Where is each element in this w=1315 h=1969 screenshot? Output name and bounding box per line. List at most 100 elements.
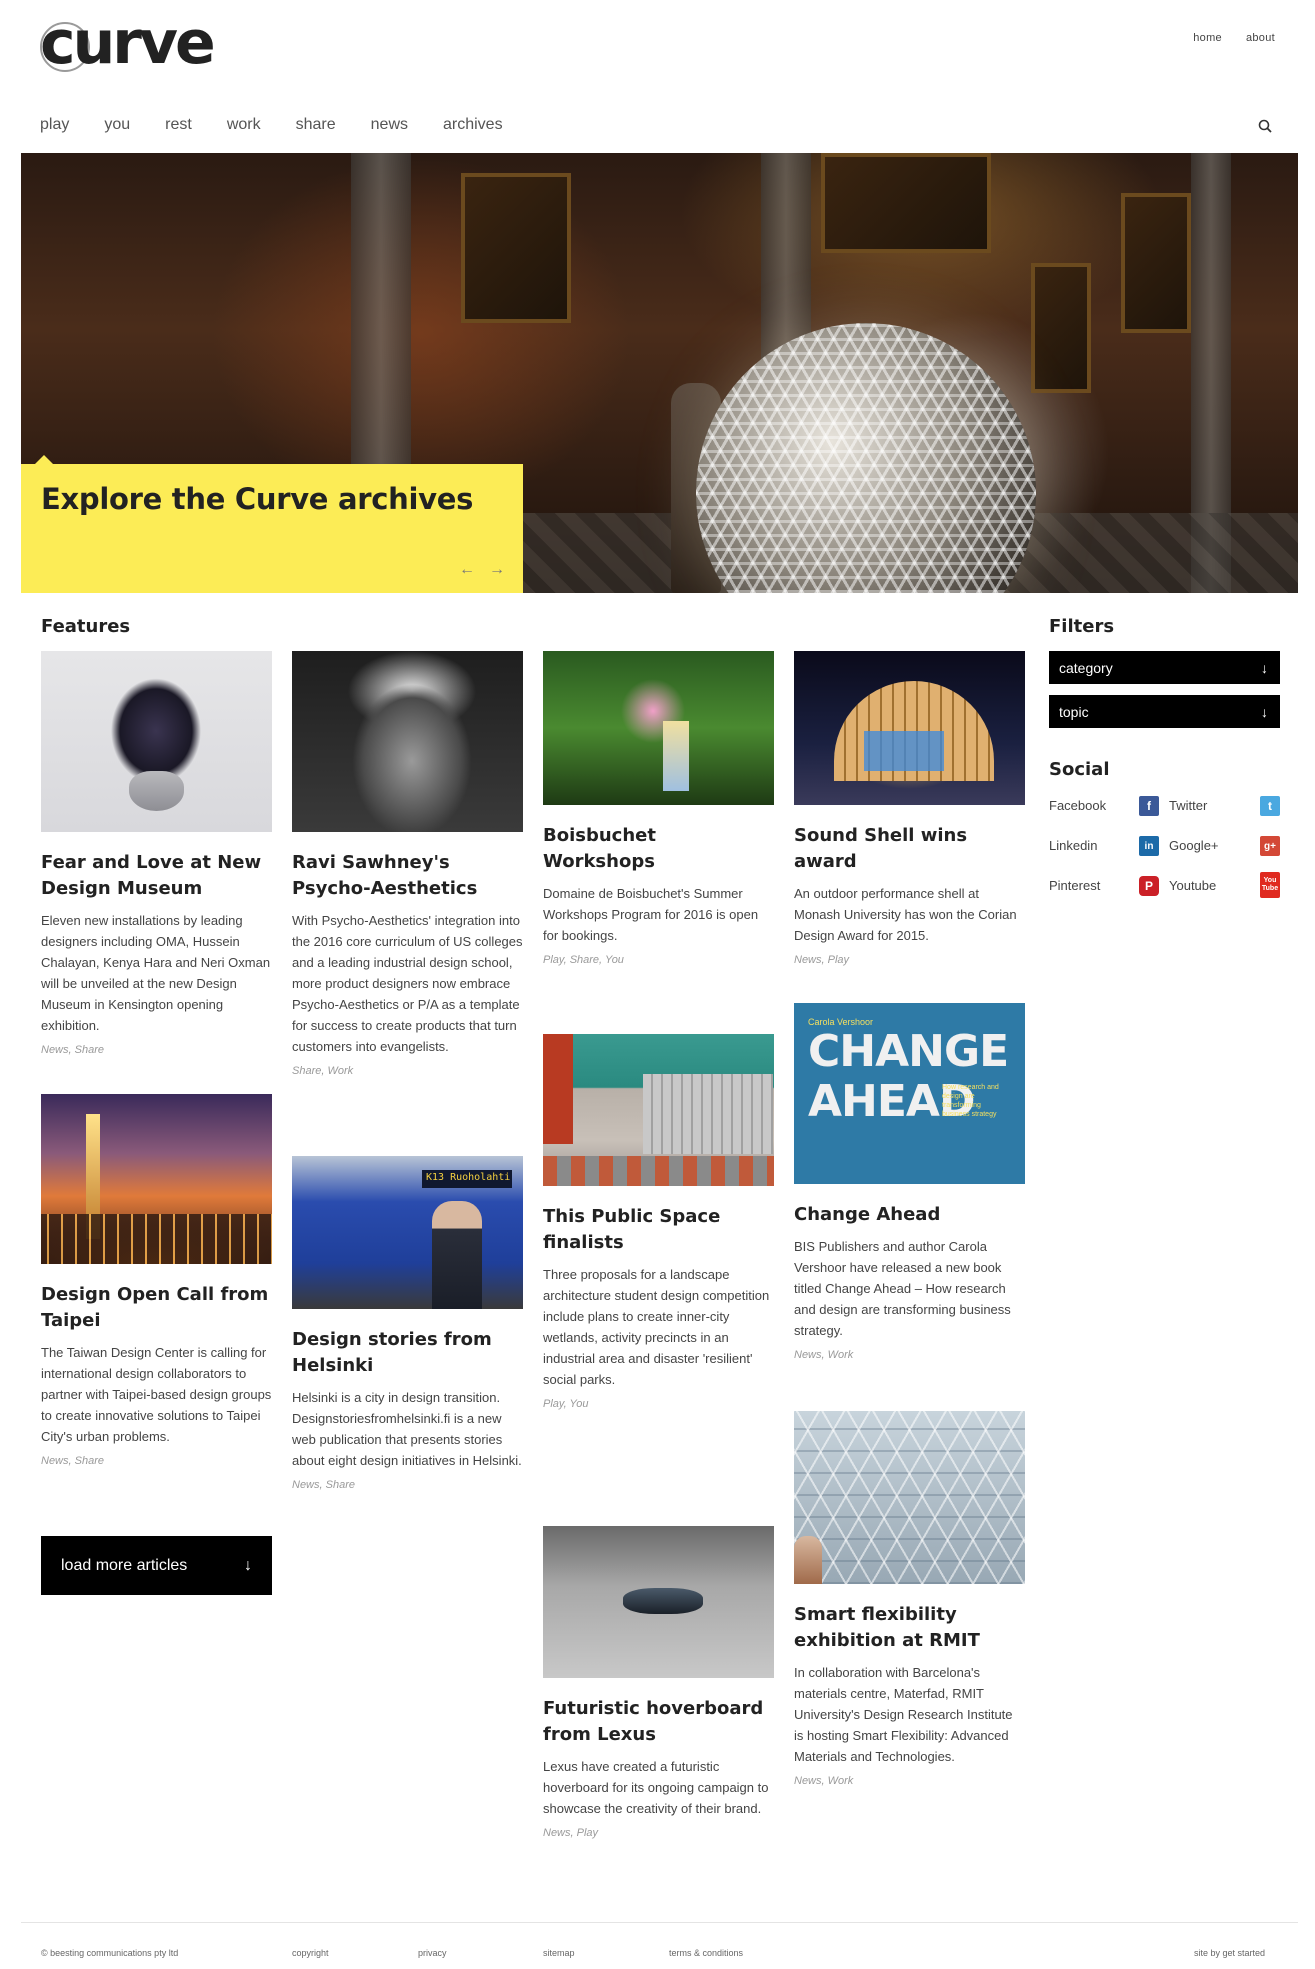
article-card[interactable]: Design Open Call from Taipei The Taiwan …	[41, 1094, 272, 1467]
filter-category-dropdown[interactable]: category ↓	[1049, 651, 1280, 684]
social-link-googleplus[interactable]: Google+	[1169, 838, 1219, 853]
googleplus-icon[interactable]: g+	[1260, 836, 1280, 856]
article-card[interactable]: Sound Shell wins award An outdoor perfor…	[794, 651, 1025, 966]
article-image[interactable]	[794, 651, 1025, 805]
social-label: Google+	[1169, 838, 1219, 853]
social-link-linkedin[interactable]: Linkedin	[1049, 838, 1097, 853]
filter-label: topic	[1059, 703, 1089, 720]
article-card[interactable]: K13 Ruoholahti Design stories from Helsi…	[292, 1156, 523, 1491]
footer-link-privacy[interactable]: privacy	[418, 1948, 447, 1958]
footer-link-terms[interactable]: terms & conditions	[669, 1948, 743, 1958]
article-card[interactable]: This Public Space finalists Three propos…	[543, 1034, 774, 1410]
article-tags[interactable]: News, Share	[41, 1044, 272, 1056]
article-title[interactable]: Ravi Sawhney's Psycho-Aesthetics	[292, 850, 523, 902]
top-link-about[interactable]: about	[1246, 32, 1275, 44]
social-link-twitter[interactable]: Twitter	[1169, 798, 1207, 813]
footer-link-sitemap[interactable]: sitemap	[543, 1948, 575, 1958]
article-tags[interactable]: News, Share	[292, 1479, 523, 1491]
load-more-button[interactable]: load more articles ↓	[41, 1536, 272, 1595]
article-description: An outdoor performance shell at Monash U…	[794, 886, 1017, 943]
article-image[interactable]	[292, 651, 523, 832]
search-icon[interactable]	[1257, 118, 1275, 136]
social-links: Facebook f Twitter t Linkedin in Google+…	[1049, 796, 1280, 928]
article-card[interactable]: Ravi Sawhney's Psycho-Aesthetics With Ps…	[292, 651, 523, 1077]
article-tags[interactable]: News, Play	[794, 954, 1025, 966]
article-title[interactable]: Futuristic hoverboard from Lexus	[543, 1696, 774, 1748]
article-tags[interactable]: News, Work	[794, 1775, 1025, 1787]
article-image[interactable]	[543, 651, 774, 805]
facebook-icon[interactable]: f	[1139, 796, 1159, 816]
article-image[interactable]	[543, 1034, 774, 1186]
next-arrow-icon[interactable]: →	[489, 561, 505, 579]
article-tags[interactable]: Play, Share, You	[543, 954, 774, 966]
article-image[interactable]	[41, 651, 272, 832]
stage-light	[864, 731, 944, 771]
social-link-pinterest[interactable]: Pinterest	[1049, 878, 1100, 893]
article-description: Lexus have created a futuristic hoverboa…	[543, 1759, 769, 1816]
footer-link-copyright[interactable]: copyright	[292, 1948, 329, 1958]
article-title[interactable]: Boisbuchet Workshops	[543, 823, 774, 875]
hero-title[interactable]: Explore the Curve archives	[41, 482, 473, 516]
hero-painting	[1121, 193, 1191, 333]
social-label: Youtube	[1169, 878, 1217, 893]
building	[643, 1074, 773, 1154]
nav-item-news[interactable]: news	[371, 116, 408, 134]
top-link-home[interactable]: home	[1193, 32, 1222, 44]
article-description: BIS Publishers and author Carola Vershoo…	[794, 1239, 1011, 1338]
nav-item-work[interactable]: work	[227, 116, 261, 134]
filter-label: category	[1059, 659, 1113, 676]
footer-copyright-owner: © beesting communications pty ltd	[41, 1948, 179, 1958]
article-tags[interactable]: News, Share	[41, 1455, 272, 1467]
article-title[interactable]: This Public Space finalists	[543, 1204, 774, 1256]
youtube-icon[interactable]: You Tube	[1260, 872, 1280, 898]
jewel-base	[129, 771, 184, 811]
hero-caption[interactable]: Explore the Curve archives ← →	[21, 464, 523, 593]
nav-item-you[interactable]: you	[104, 116, 130, 134]
logo[interactable]: curve	[40, 12, 235, 80]
article-card[interactable]: Fear and Love at New Design Museum Eleve…	[41, 651, 272, 1056]
article-title[interactable]: Design stories from Helsinki	[292, 1327, 523, 1379]
social-link-youtube[interactable]: Youtube	[1169, 878, 1216, 893]
article-title[interactable]: Change Ahead	[794, 1202, 1025, 1228]
nav-item-archives[interactable]: archives	[443, 116, 503, 134]
article-card[interactable]: Futuristic hoverboard from Lexus Lexus h…	[543, 1526, 774, 1839]
filter-topic-dropdown[interactable]: topic ↓	[1049, 695, 1280, 728]
visitor	[794, 1536, 822, 1584]
article-image[interactable]	[543, 1526, 774, 1678]
prev-arrow-icon[interactable]: ←	[459, 561, 475, 579]
article-card[interactable]: Smart flexibility exhibition at RMIT In …	[794, 1411, 1025, 1787]
nav-item-share[interactable]: share	[296, 116, 336, 134]
hero-arrows: ← →	[459, 561, 505, 579]
article-image[interactable]	[794, 1411, 1025, 1584]
article-description: In collaboration with Barcelona's materi…	[794, 1665, 1013, 1764]
filters-title: Filters	[1049, 616, 1115, 637]
article-tags[interactable]: Play, You	[543, 1398, 774, 1410]
article-tags[interactable]: Share, Work	[292, 1065, 523, 1077]
footer-divider	[21, 1922, 1298, 1923]
article-tags[interactable]: News, Play	[543, 1827, 774, 1839]
article-title[interactable]: Smart flexibility exhibition at RMIT	[794, 1602, 1025, 1654]
hero-caption-notch	[35, 455, 53, 464]
bus-sign: K13 Ruoholahti	[422, 1170, 512, 1188]
city-lights	[41, 1214, 272, 1264]
main-nav: play you rest work share news archives	[40, 116, 538, 134]
social-label: Twitter	[1169, 798, 1208, 813]
article-title[interactable]: Sound Shell wins award	[794, 823, 1025, 875]
article-card[interactable]: Carola Vershoor CHANGE AHEAD How researc…	[794, 1003, 1025, 1361]
article-image[interactable]: Carola Vershoor CHANGE AHEAD How researc…	[794, 1003, 1025, 1184]
top-links: home about	[1193, 32, 1275, 44]
article-tags[interactable]: News, Work	[794, 1349, 1025, 1361]
article-image[interactable]: K13 Ruoholahti	[292, 1156, 523, 1309]
article-card[interactable]: Boisbuchet Workshops Domaine de Boisbuch…	[543, 651, 774, 966]
article-title[interactable]: Fear and Love at New Design Museum	[41, 850, 272, 902]
social-link-facebook[interactable]: Facebook	[1049, 798, 1106, 813]
pinterest-icon[interactable]: P	[1139, 876, 1159, 896]
nav-item-rest[interactable]: rest	[165, 116, 192, 134]
article-title[interactable]: Design Open Call from Taipei	[41, 1282, 272, 1334]
footer-credit[interactable]: site by get started	[1194, 1948, 1265, 1958]
twitter-icon[interactable]: t	[1260, 796, 1280, 816]
red-structure	[543, 1034, 573, 1144]
article-image[interactable]	[41, 1094, 272, 1264]
nav-item-play[interactable]: play	[40, 116, 69, 134]
linkedin-icon[interactable]: in	[1139, 836, 1159, 856]
